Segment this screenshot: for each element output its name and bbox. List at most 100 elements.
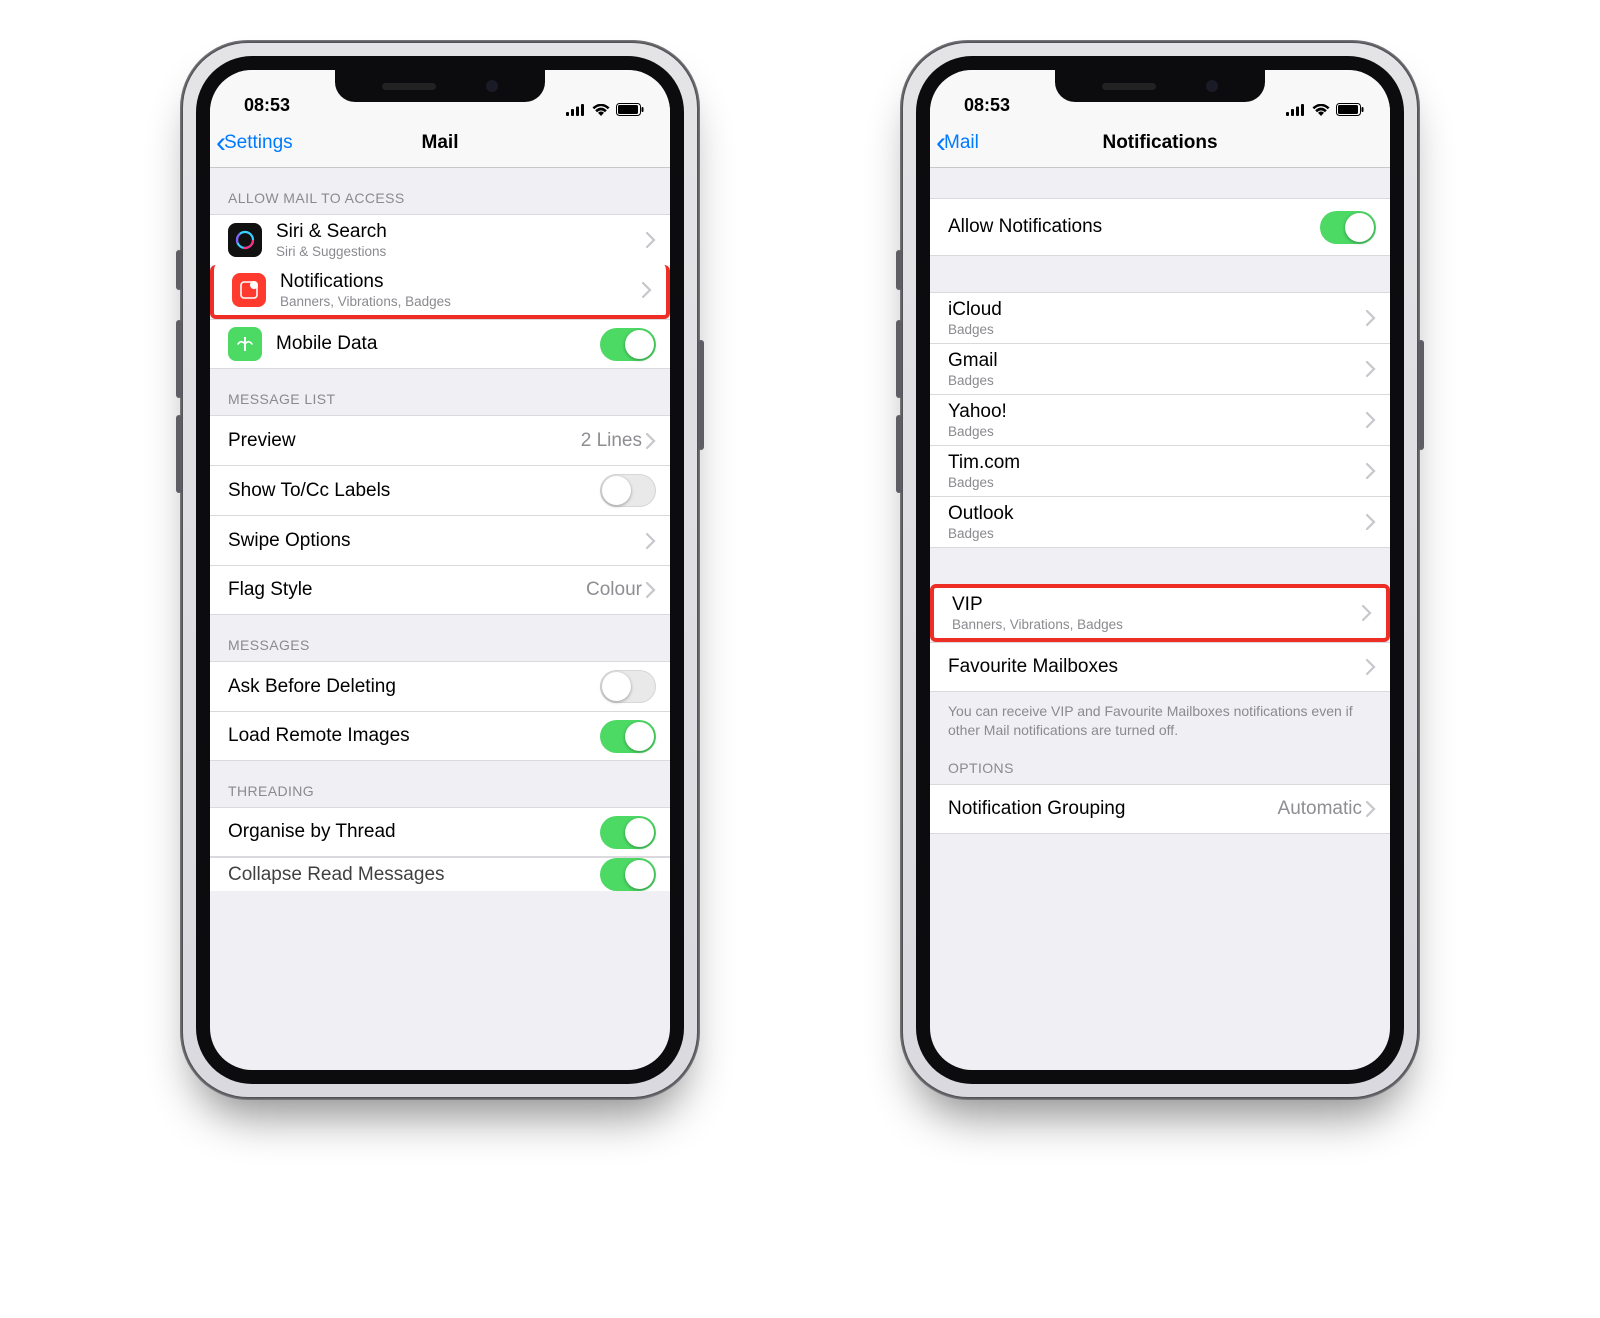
- siri-icon: [228, 223, 262, 257]
- chevron-right-icon: [642, 282, 652, 298]
- row-mobile-data-label: Mobile Data: [276, 333, 600, 355]
- row-organise-by-thread[interactable]: Organise by Thread: [210, 807, 670, 857]
- row-notification-grouping-value: Automatic: [1278, 798, 1362, 820]
- back-button[interactable]: ‹ Settings: [216, 118, 293, 167]
- account-name: Yahoo!: [948, 401, 1366, 423]
- row-organise-by-thread-label: Organise by Thread: [228, 821, 600, 843]
- back-label: Mail: [944, 132, 979, 154]
- phone-left: 08:53 ‹ Settings Mail Allow Mail to Acce…: [180, 40, 700, 1100]
- row-favourite-mailboxes[interactable]: Favourite Mailboxes: [930, 642, 1390, 692]
- row-notifications[interactable]: Notifications Banners, Vibrations, Badge…: [210, 265, 670, 319]
- toggle-show-tocc[interactable]: [600, 474, 656, 507]
- row-favourite-mailboxes-label: Favourite Mailboxes: [948, 656, 1366, 678]
- row-vip[interactable]: VIP Banners, Vibrations, Badges: [930, 584, 1390, 642]
- row-vip-label: VIP: [952, 594, 1362, 616]
- mobile-data-icon: [228, 327, 262, 361]
- chevron-right-icon: [646, 533, 656, 549]
- row-vip-sub: Banners, Vibrations, Badges: [952, 617, 1362, 632]
- status-time: 08:53: [964, 95, 1010, 116]
- chevron-right-icon: [646, 582, 656, 598]
- row-mobile-data[interactable]: Mobile Data: [210, 319, 670, 369]
- phone-right: 08:53 ‹ Mail Notifications Allow: [900, 40, 1420, 1100]
- row-swipe-options-label: Swipe Options: [228, 530, 646, 552]
- chevron-right-icon: [1362, 605, 1372, 621]
- account-sub: Badges: [948, 373, 1366, 388]
- wifi-icon: [1312, 104, 1330, 116]
- chevron-right-icon: [1366, 514, 1376, 530]
- toggle-allow-notifications[interactable]: [1320, 211, 1376, 244]
- nav-bar: ‹ Mail Notifications: [930, 118, 1390, 168]
- toggle-load-remote-images[interactable]: [600, 720, 656, 753]
- wifi-icon: [592, 104, 610, 116]
- battery-icon: [1336, 103, 1364, 116]
- row-allow-notifications-label: Allow Notifications: [948, 216, 1320, 238]
- row-load-remote-images[interactable]: Load Remote Images: [210, 711, 670, 761]
- back-label: Settings: [224, 132, 293, 154]
- toggle-organise-by-thread[interactable]: [600, 816, 656, 849]
- account-name: iCloud: [948, 299, 1366, 321]
- back-button[interactable]: ‹ Mail: [936, 118, 979, 167]
- section-header-threading: Threading: [210, 761, 670, 807]
- row-siri-search[interactable]: Siri & Search Siri & Suggestions: [210, 214, 670, 265]
- row-siri-sub: Siri & Suggestions: [276, 244, 646, 259]
- row-show-tocc[interactable]: Show To/Cc Labels: [210, 465, 670, 515]
- row-account[interactable]: OutlookBadges: [930, 496, 1390, 548]
- row-swipe-options[interactable]: Swipe Options: [210, 515, 670, 565]
- status-time: 08:53: [244, 95, 290, 116]
- chevron-right-icon: [646, 433, 656, 449]
- section-header-messages: Messages: [210, 615, 670, 661]
- section-header-options: Options: [930, 748, 1390, 784]
- row-preview-label: Preview: [228, 430, 581, 452]
- page-title: Notifications: [1102, 132, 1217, 154]
- row-collapse-read-messages[interactable]: Collapse Read Messages: [210, 857, 670, 891]
- row-notification-grouping[interactable]: Notification Grouping Automatic: [930, 784, 1390, 834]
- section-header-access: Allow Mail to Access: [210, 168, 670, 214]
- row-ask-before-deleting-label: Ask Before Deleting: [228, 676, 600, 698]
- section-header-message-list: Message List: [210, 369, 670, 415]
- row-account[interactable]: GmailBadges: [930, 343, 1390, 394]
- chevron-right-icon: [1366, 310, 1376, 326]
- account-sub: Badges: [948, 424, 1366, 439]
- account-sub: Badges: [948, 322, 1366, 337]
- cellular-icon: [1286, 104, 1306, 116]
- screen-notifications-settings: 08:53 ‹ Mail Notifications Allow: [930, 70, 1390, 1070]
- row-notifications-label: Notifications: [280, 271, 642, 293]
- nav-bar: ‹ Settings Mail: [210, 118, 670, 168]
- account-sub: Badges: [948, 475, 1366, 490]
- row-allow-notifications[interactable]: Allow Notifications: [930, 198, 1390, 256]
- row-collapse-read-messages-label: Collapse Read Messages: [228, 864, 445, 886]
- chevron-right-icon: [1366, 801, 1376, 817]
- chevron-right-icon: [1366, 361, 1376, 377]
- account-sub: Badges: [948, 526, 1366, 541]
- chevron-right-icon: [1366, 659, 1376, 675]
- row-siri-label: Siri & Search: [276, 221, 646, 243]
- chevron-right-icon: [1366, 463, 1376, 479]
- toggle-collapse-read-messages[interactable]: [600, 858, 656, 891]
- toggle-ask-before-deleting[interactable]: [600, 670, 656, 703]
- battery-icon: [616, 103, 644, 116]
- row-account[interactable]: Tim.comBadges: [930, 445, 1390, 496]
- notch: [1055, 70, 1265, 102]
- account-name: Gmail: [948, 350, 1366, 372]
- row-flag-style[interactable]: Flag Style Colour: [210, 565, 670, 615]
- chevron-right-icon: [646, 232, 656, 248]
- notifications-icon: [232, 273, 266, 307]
- row-account[interactable]: iCloudBadges: [930, 292, 1390, 343]
- row-flag-style-label: Flag Style: [228, 579, 586, 601]
- row-notification-grouping-label: Notification Grouping: [948, 798, 1278, 820]
- notch: [335, 70, 545, 102]
- row-load-remote-images-label: Load Remote Images: [228, 725, 600, 747]
- screen-mail-settings: 08:53 ‹ Settings Mail Allow Mail to Acce…: [210, 70, 670, 1070]
- account-name: Outlook: [948, 503, 1366, 525]
- chevron-right-icon: [1366, 412, 1376, 428]
- row-preview[interactable]: Preview 2 Lines: [210, 415, 670, 465]
- footer-note-vip: You can receive VIP and Favourite Mailbo…: [930, 692, 1390, 748]
- row-notifications-sub: Banners, Vibrations, Badges: [280, 294, 642, 309]
- cellular-icon: [566, 104, 586, 116]
- row-show-tocc-label: Show To/Cc Labels: [228, 480, 600, 502]
- row-account[interactable]: Yahoo!Badges: [930, 394, 1390, 445]
- row-preview-value: 2 Lines: [581, 430, 642, 452]
- row-ask-before-deleting[interactable]: Ask Before Deleting: [210, 661, 670, 711]
- row-flag-style-value: Colour: [586, 579, 642, 601]
- toggle-mobile-data[interactable]: [600, 328, 656, 361]
